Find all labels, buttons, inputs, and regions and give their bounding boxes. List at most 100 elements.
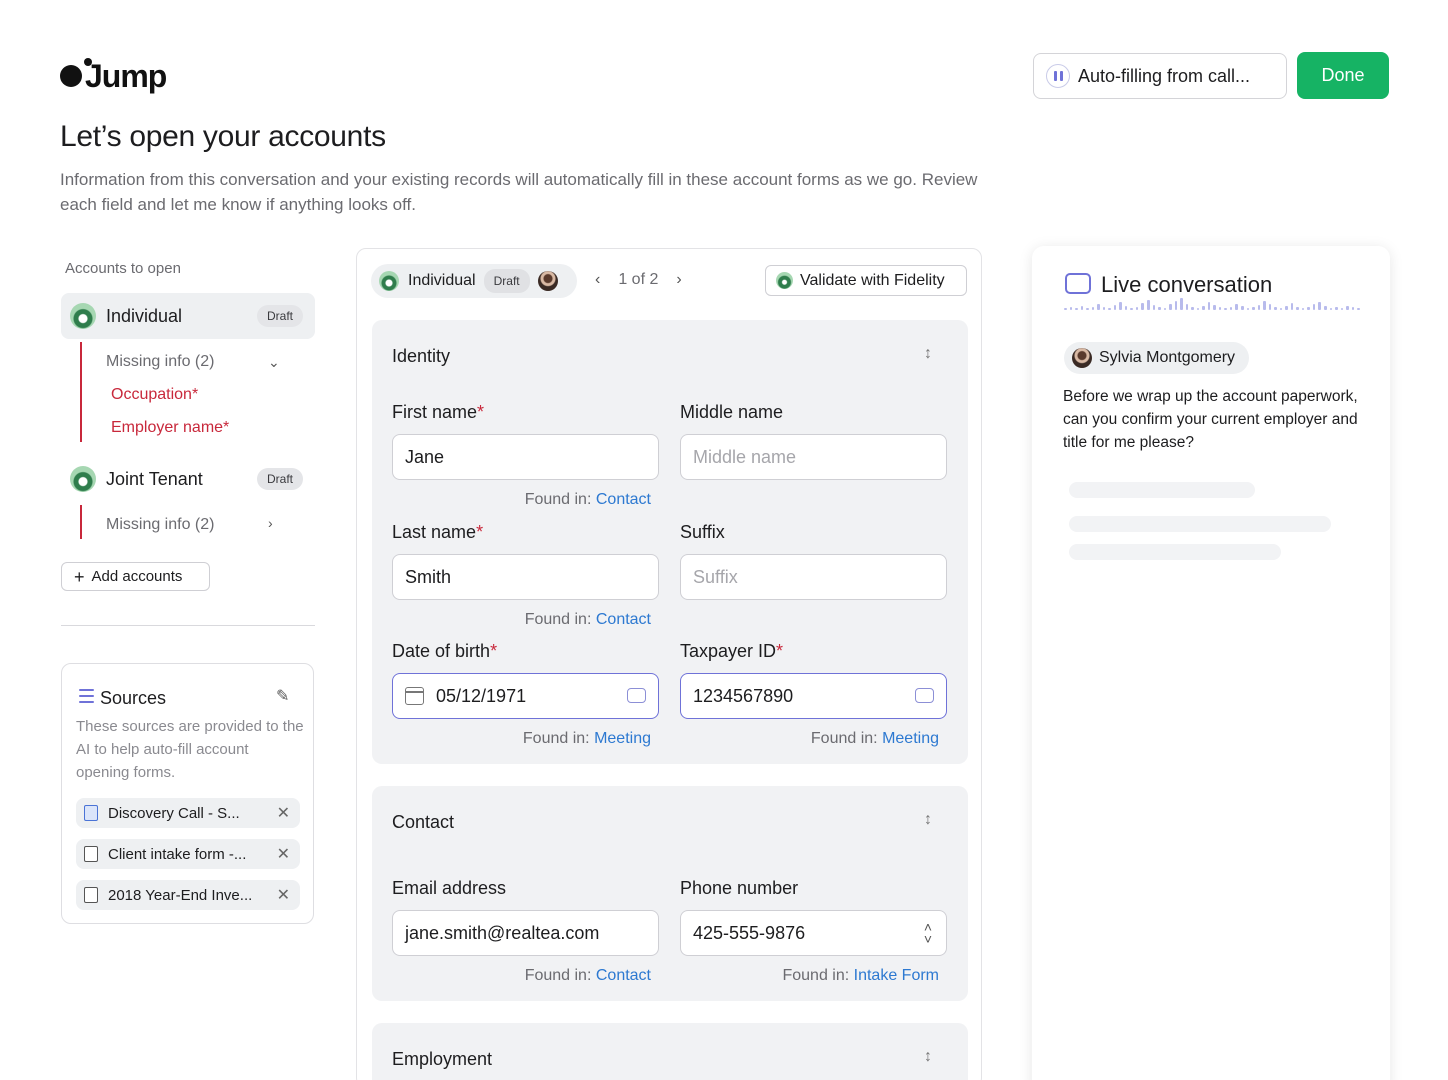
- waveform-bar: [1130, 308, 1133, 310]
- missing-field-employer[interactable]: Employer name*: [111, 419, 229, 437]
- section-title: Identity: [392, 346, 451, 366]
- collapse-icon[interactable]: ↕: [924, 812, 932, 828]
- missing-field-occupation[interactable]: Occupation*: [111, 386, 198, 404]
- waveform-bar: [1290, 303, 1294, 310]
- taxpayer-id-input[interactable]: 1234567890: [680, 673, 947, 719]
- autofill-status-button[interactable]: Auto-filling from call...: [1033, 53, 1287, 99]
- waveform-bar: [1268, 304, 1272, 310]
- last-name-input[interactable]: Smith: [392, 554, 659, 600]
- waveform-bar: [1191, 307, 1194, 310]
- email-label: Email address: [392, 878, 507, 898]
- up-down-icon[interactable]: ˄ ˅: [924, 920, 932, 946]
- draft-badge: Draft: [256, 468, 303, 490]
- close-icon[interactable]: ✕: [277, 844, 290, 864]
- source-link[interactable]: Contact: [596, 611, 651, 628]
- source-link[interactable]: Contact: [596, 491, 651, 508]
- validate-button[interactable]: Validate with Fidelity: [765, 265, 967, 296]
- done-button[interactable]: Done: [1297, 52, 1389, 99]
- waveform-bar: [1080, 306, 1084, 310]
- sources-panel: Sources ✎ These sources are provided to …: [61, 663, 314, 924]
- missing-info-toggle[interactable]: Missing info (2): [106, 516, 214, 534]
- first-name-label: First name*: [392, 402, 485, 422]
- waveform-bar: [1213, 305, 1216, 310]
- chevron-right-icon[interactable]: ›: [268, 515, 273, 531]
- suffix-input[interactable]: Suffix: [680, 554, 947, 600]
- phone-label: Phone number: [680, 878, 799, 898]
- waveform-bar: [1086, 308, 1089, 310]
- waveform-bar: [1285, 306, 1288, 310]
- waveform-bar: [1207, 302, 1211, 310]
- chevron-left-icon[interactable]: ‹: [595, 271, 600, 289]
- source-link[interactable]: Meeting: [594, 730, 651, 747]
- waveform-bar: [1229, 307, 1233, 310]
- account-item-individual[interactable]: Individual Draft: [61, 293, 315, 339]
- waveform-bar: [1252, 307, 1255, 310]
- account-name: Individual: [106, 305, 183, 326]
- missing-indicator-line: [80, 505, 82, 539]
- pause-icon: [1046, 64, 1070, 88]
- waveform-bar: [1257, 305, 1261, 310]
- waveform-bar: [1301, 308, 1305, 310]
- waveform-bar: [1091, 307, 1095, 310]
- sources-description: These sources are provided to the AI to …: [76, 718, 304, 781]
- document-icon: [84, 887, 98, 903]
- dob-input[interactable]: 05/12/1971: [392, 673, 659, 719]
- waveform-bar: [1279, 308, 1283, 310]
- live-conversation-title: Live conversation: [1101, 272, 1273, 297]
- email-input[interactable]: jane.smith@realtea.com: [392, 910, 659, 956]
- avatar: [537, 271, 558, 291]
- collapse-icon[interactable]: ↕: [924, 1049, 932, 1065]
- source-chip[interactable]: Client intake form -... ✕: [76, 839, 300, 869]
- waveform-bar: [1097, 304, 1100, 310]
- collapse-icon[interactable]: ↕: [924, 346, 932, 362]
- waveform-bar: [1312, 304, 1316, 310]
- first-name-input[interactable]: Jane: [392, 434, 659, 480]
- source-name: Discovery Call - S...: [108, 804, 240, 822]
- waveform-bar: [1340, 308, 1344, 310]
- waveform-bar: [1185, 304, 1189, 310]
- conversation-message: Before we wrap up the account paperwork,…: [1063, 388, 1358, 451]
- add-accounts-button[interactable]: + Add accounts: [61, 562, 210, 591]
- waveform-bar: [1124, 306, 1128, 310]
- close-icon[interactable]: ✕: [277, 885, 290, 905]
- account-tab-individual[interactable]: Individual Draft: [371, 264, 577, 298]
- live-conversation-panel: Live conversation Sylvia Montgomery Befo…: [1032, 246, 1390, 1080]
- calendar-icon[interactable]: [405, 687, 424, 705]
- waveform-bar: [1158, 307, 1161, 310]
- source-link[interactable]: Contact: [596, 967, 651, 984]
- fidelity-leaf-icon: [70, 303, 96, 329]
- found-in-note: Found in: Contact: [524, 491, 651, 508]
- chevron-right-icon[interactable]: ›: [676, 271, 681, 289]
- account-form: Individual Draft ‹ 1 of 2 › Validate wit…: [356, 248, 982, 1080]
- waveform-bar: [1102, 307, 1106, 310]
- waveform-bar: [1323, 306, 1327, 310]
- section-title: Employment: [392, 1049, 493, 1069]
- waveform-bar: [1274, 307, 1277, 310]
- waveform-bar: [1152, 305, 1156, 310]
- phone-input[interactable]: 425-555-9876 ˄ ˅: [680, 910, 947, 956]
- missing-info-toggle[interactable]: Missing info (2): [106, 353, 214, 371]
- source-link[interactable]: Intake Form: [854, 967, 939, 984]
- source-chip[interactable]: 2018 Year-End Inve... ✕: [76, 880, 300, 910]
- middle-name-input[interactable]: Middle name: [680, 434, 947, 480]
- waveform-bar: [1146, 300, 1150, 310]
- speaker-chip: Sylvia Montgomery: [1064, 342, 1250, 374]
- chevron-down-icon[interactable]: ⌄: [268, 354, 280, 371]
- edit-icon[interactable]: ✎: [276, 686, 289, 706]
- fidelity-leaf-icon: [70, 466, 96, 492]
- waveform-bar: [1224, 308, 1227, 310]
- waveform-bar: [1329, 308, 1333, 310]
- close-icon[interactable]: ✕: [277, 803, 290, 823]
- loading-skeleton: [1069, 544, 1281, 560]
- waveform-bar: [1246, 308, 1250, 310]
- sidebar-divider: [61, 625, 315, 626]
- source-link[interactable]: Meeting: [882, 730, 939, 747]
- speaker-name: Sylvia Montgomery: [1099, 349, 1236, 366]
- found-in-note: Found in: Intake Form: [782, 967, 939, 984]
- found-in-note: Found in: Contact: [524, 967, 651, 984]
- add-accounts-label: Add accounts: [91, 568, 183, 585]
- plus-icon: +: [74, 566, 85, 587]
- waveform-bar: [1064, 308, 1067, 310]
- account-item-joint-tenant[interactable]: Joint Tenant Draft: [61, 456, 315, 502]
- source-chip[interactable]: Discovery Call - S... ✕: [76, 798, 300, 828]
